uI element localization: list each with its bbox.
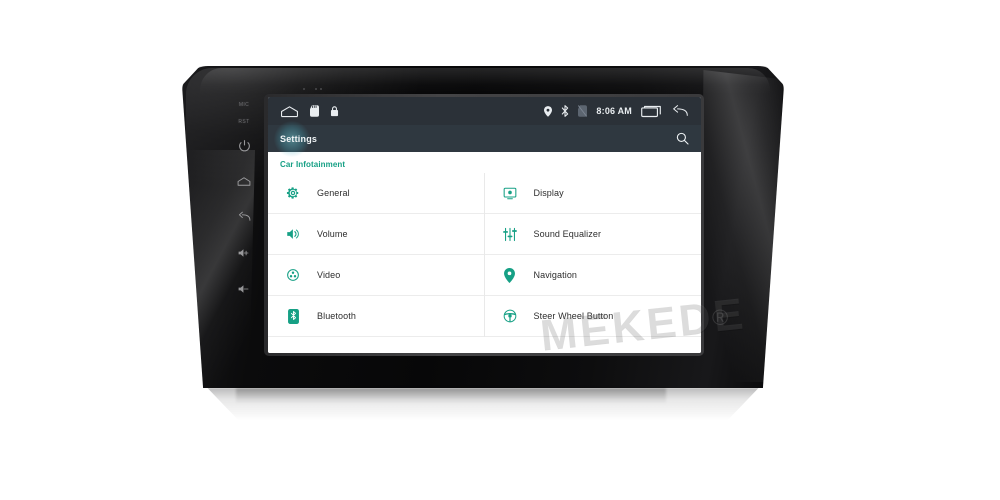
bluetooth-icon: [282, 306, 304, 326]
section-title: Car Infotainment: [280, 160, 346, 169]
hard-key-column: MIC RST: [228, 98, 260, 358]
device-shadow: [236, 388, 666, 404]
home-icon[interactable]: [280, 105, 299, 118]
list-item-label: Display: [533, 188, 564, 198]
settings-grid: General Volume Video Bluetooth Display S…: [268, 173, 701, 337]
settings-content: Car Infotainment General Volume Video Bl…: [268, 152, 701, 353]
volume-down-key[interactable]: [235, 280, 253, 298]
device-reflection: [207, 388, 759, 424]
sd-card-icon[interactable]: [310, 105, 319, 117]
bluetooth-icon: [561, 105, 569, 117]
list-item-label: Bluetooth: [317, 311, 356, 321]
search-icon[interactable]: [676, 132, 689, 145]
volume-down-icon: [237, 283, 252, 295]
list-item-label: Navigation: [533, 270, 578, 280]
navigation-pin-icon: [499, 265, 521, 285]
reset-label: RST: [238, 119, 250, 125]
list-item-label: Video: [317, 270, 341, 280]
power-icon: [238, 139, 251, 152]
list-item-label: Steer Wheel Button: [533, 311, 614, 321]
list-item-display[interactable]: Display: [484, 173, 701, 214]
back-key[interactable]: [235, 208, 253, 226]
settings-column-right: Display Sound Equalizer Navigation Steer…: [484, 173, 701, 337]
list-item-label: General: [317, 188, 350, 198]
equalizer-icon: [499, 224, 521, 244]
power-key[interactable]: [235, 136, 253, 154]
display-icon: [499, 183, 521, 203]
screenshot-stage: MIC RST 8:06 AM Settings Car Infotainmen…: [0, 0, 1000, 500]
android-screen: 8:06 AM Settings Car Infotainment Genera…: [268, 97, 701, 353]
list-item-sound-equalizer[interactable]: Sound Equalizer: [484, 214, 701, 255]
list-item-general[interactable]: General: [268, 173, 484, 214]
back-arrow-icon[interactable]: [670, 104, 689, 118]
bezel-sensor-holes: [303, 88, 329, 93]
recents-icon[interactable]: [641, 105, 661, 118]
mic-label: MIC: [238, 102, 250, 108]
status-bar: 8:06 AM: [268, 97, 701, 125]
list-item-steer-wheel-button[interactable]: Steer Wheel Button: [484, 296, 701, 337]
list-item-label: Sound Equalizer: [533, 229, 602, 239]
volume-icon: [282, 224, 304, 244]
gear-icon: [282, 183, 304, 203]
home-key[interactable]: [235, 172, 253, 190]
settings-column-left: General Volume Video Bluetooth: [268, 173, 485, 337]
volume-up-key[interactable]: [235, 244, 253, 262]
home-icon: [237, 176, 251, 187]
volume-up-icon: [237, 247, 252, 259]
list-item-label: Volume: [317, 229, 348, 239]
page-title: Settings: [280, 133, 318, 144]
list-item-navigation[interactable]: Navigation: [484, 255, 701, 296]
steering-wheel-icon: [499, 306, 521, 326]
video-icon: [282, 265, 304, 285]
lock-icon[interactable]: [330, 105, 339, 117]
list-item-video[interactable]: Video: [268, 255, 484, 296]
status-bar-clock: 8:06 AM: [596, 106, 632, 116]
list-item-volume[interactable]: Volume: [268, 214, 484, 255]
list-item-bluetooth[interactable]: Bluetooth: [268, 296, 484, 337]
action-bar: Settings: [268, 121, 701, 157]
location-pin-icon: [544, 105, 553, 117]
sd-card-off-icon: [578, 105, 588, 117]
back-arrow-icon: [237, 211, 251, 223]
